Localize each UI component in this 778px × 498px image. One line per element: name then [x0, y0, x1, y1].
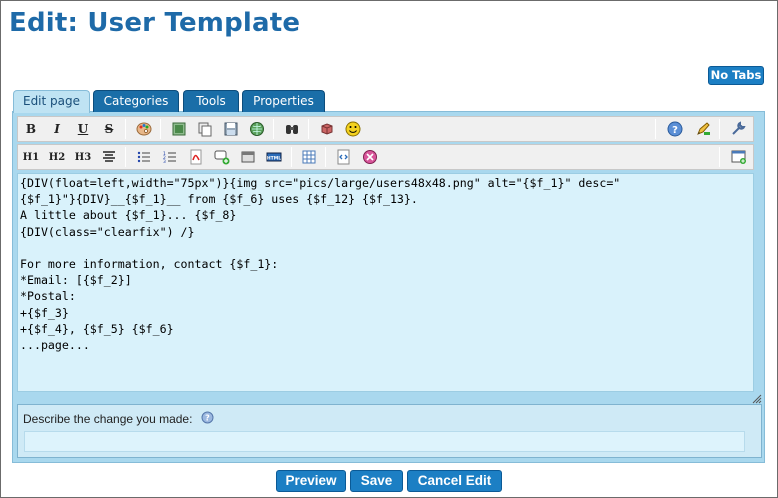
- underline-button[interactable]: U: [74, 120, 92, 138]
- smiley-icon[interactable]: [344, 120, 362, 138]
- toolbar-separator: [719, 147, 720, 167]
- preview-button[interactable]: Preview: [276, 470, 346, 492]
- svg-text:?: ?: [205, 414, 210, 423]
- italic-button[interactable]: I: [48, 120, 66, 138]
- wiki-text-editor[interactable]: {DIV(float=left,width="75px")}{img src="…: [17, 173, 754, 392]
- align-center-icon[interactable]: [100, 148, 118, 166]
- box-icon[interactable]: [318, 120, 336, 138]
- new-window-icon[interactable]: [730, 148, 748, 166]
- svg-text:HTML: HTML: [267, 155, 281, 161]
- edit-summary-input[interactable]: [24, 431, 745, 452]
- toolbar-separator: [160, 119, 161, 139]
- toolbar-separator: [308, 119, 309, 139]
- toolbar-separator: [655, 119, 656, 139]
- wrench-icon[interactable]: [729, 120, 747, 138]
- image-icon[interactable]: [170, 120, 188, 138]
- edit-summary-label: Describe the change you made:: [23, 412, 193, 426]
- tab-properties[interactable]: Properties: [242, 90, 325, 112]
- table-icon[interactable]: [300, 148, 318, 166]
- heading-3-button[interactable]: H3: [72, 148, 94, 166]
- html-icon[interactable]: HTML: [265, 148, 283, 166]
- no-tabs-button[interactable]: No Tabs: [708, 66, 764, 85]
- toolbar-separator: [325, 147, 326, 167]
- toolbar-separator: [291, 147, 292, 167]
- bold-button[interactable]: B: [22, 120, 40, 138]
- editor-toolbar-row-1: B I U S ?: [17, 116, 754, 142]
- help-icon[interactable]: ?: [666, 120, 684, 138]
- pdf-icon[interactable]: [187, 148, 205, 166]
- numbered-list-icon[interactable]: 123: [161, 148, 179, 166]
- editor-toolbar-row-2: H1 H2 H3 123 HTML: [17, 144, 754, 170]
- add-comment-icon[interactable]: [213, 148, 231, 166]
- bullet-list-icon[interactable]: [135, 148, 153, 166]
- help-icon[interactable]: ?: [201, 411, 214, 427]
- binoculars-icon[interactable]: [283, 120, 301, 138]
- resize-grip-icon[interactable]: [752, 393, 762, 404]
- tab-edit-page[interactable]: Edit page: [13, 90, 90, 113]
- save-button[interactable]: Save: [350, 470, 403, 492]
- heading-1-button[interactable]: H1: [20, 148, 42, 166]
- toolbar-separator: [125, 147, 126, 167]
- svg-text:?: ?: [672, 125, 678, 136]
- floppy-disk-icon[interactable]: [222, 120, 240, 138]
- color-palette-icon[interactable]: [135, 120, 153, 138]
- toolbar-separator: [125, 119, 126, 139]
- page-title: Edit: User Template: [9, 8, 301, 38]
- cancel-edit-button[interactable]: Cancel Edit: [407, 470, 502, 492]
- svg-text:3: 3: [163, 159, 166, 164]
- toolbar-separator: [273, 119, 274, 139]
- tab-tools[interactable]: Tools: [183, 90, 239, 112]
- heading-2-button[interactable]: H2: [46, 148, 68, 166]
- tab-categories[interactable]: Categories: [93, 90, 179, 112]
- strikethrough-button[interactable]: S: [100, 120, 118, 138]
- copy-icon[interactable]: [196, 120, 214, 138]
- remove-icon[interactable]: [361, 148, 379, 166]
- pencil-edit-icon[interactable]: [694, 120, 712, 138]
- toolbar-separator: [719, 119, 720, 139]
- globe-icon[interactable]: [248, 120, 266, 138]
- source-icon[interactable]: [335, 148, 353, 166]
- box-frame-icon[interactable]: [239, 148, 257, 166]
